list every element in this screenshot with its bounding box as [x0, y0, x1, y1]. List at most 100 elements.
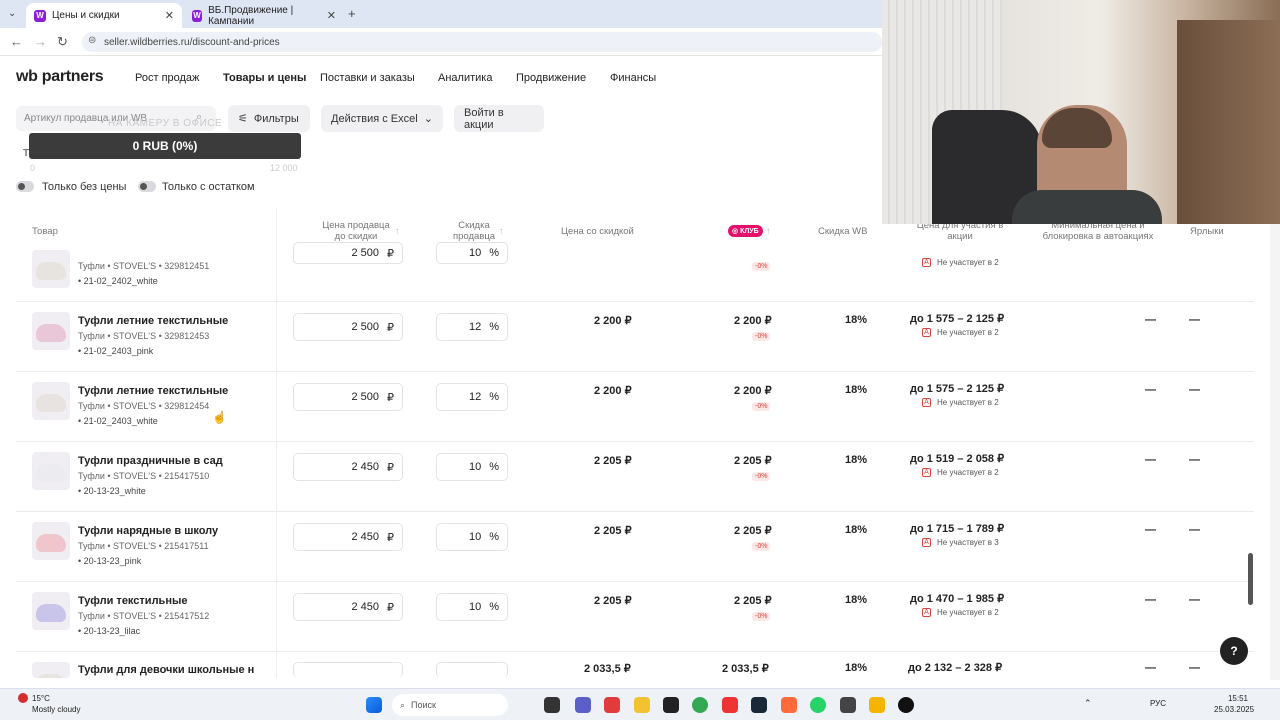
filters-button[interactable]: ⚟ Фильтры — [228, 105, 310, 132]
promo-status: A Не участвует в 2 — [922, 258, 999, 267]
header-labels[interactable]: Ярлыки — [1190, 226, 1224, 237]
toggle-in-stock[interactable] — [138, 181, 156, 192]
yandex-browser-icon[interactable] — [722, 697, 738, 713]
product-name[interactable]: Туфли летние текстильные — [78, 385, 228, 397]
seller-discount-input[interactable]: 10 % — [436, 523, 508, 551]
weather-alert-icon — [18, 693, 28, 703]
url-field[interactable]: ⊜ seller.wildberries.ru/discount-and-pri… — [82, 32, 882, 52]
chrome-icon[interactable] — [692, 697, 708, 713]
seller-price-input[interactable]: 2 500 ₽ — [293, 313, 403, 341]
product-name[interactable]: Туфли текстильные — [78, 595, 187, 607]
seller-price-input[interactable]: 2 450 ₽ — [293, 593, 403, 621]
trading-app-icon[interactable] — [663, 697, 679, 713]
club-discount-percent: -0% — [752, 542, 771, 551]
taskbar-search[interactable]: ⌕ Поиск — [392, 694, 508, 716]
seller-price-input[interactable]: 2 500 ₽ — [293, 242, 403, 264]
sort-arrow-icon[interactable]: ↑ — [395, 226, 400, 237]
reload-icon[interactable]: ↻ — [57, 34, 68, 50]
percent-sign: % — [489, 391, 499, 403]
tab-campaigns[interactable]: W ВБ.Продвижение | Кампании ✕ — [184, 3, 344, 28]
nav-growth[interactable]: Рост продаж — [135, 72, 199, 84]
tab-title: Цены и скидки — [52, 10, 120, 21]
seller-price-input[interactable] — [293, 662, 403, 678]
teams-icon[interactable] — [575, 697, 591, 713]
seller-discount-input[interactable] — [436, 662, 508, 678]
nav-products-prices[interactable]: Товары и цены — [223, 72, 306, 84]
product-thumbnail[interactable] — [32, 452, 70, 490]
help-button[interactable]: ? — [1220, 637, 1248, 665]
whatsapp-icon[interactable] — [810, 697, 826, 713]
seller-discount-input[interactable]: 10% — [436, 242, 508, 264]
steam-icon[interactable] — [751, 697, 767, 713]
seller-price-input[interactable]: 2 450 ₽ — [293, 453, 403, 481]
seller-discount-input[interactable]: 10 % — [436, 593, 508, 621]
excel-actions-button[interactable]: Действия с Excel ⌄ — [321, 105, 443, 132]
sort-arrow-icon[interactable]: ↑ — [499, 226, 504, 237]
seller-price-input[interactable]: 2 450 ₽ — [293, 523, 403, 551]
new-tab-icon[interactable]: + — [348, 6, 356, 21]
product-thumbnail[interactable] — [32, 522, 70, 560]
promo-price-range: до 1 519 – 2 058 ₽ — [910, 453, 1005, 465]
labels-value: — — [1189, 384, 1200, 396]
header-seller-price[interactable]: Цена продавца до скидки — [318, 220, 394, 242]
club-discount-percent: -0% — [752, 332, 771, 341]
page-scrollbar[interactable] — [1270, 224, 1280, 680]
tab-list-chevron-icon[interactable]: ⌄ — [8, 8, 16, 19]
nav-analytics[interactable]: Аналитика — [438, 72, 492, 84]
header-discounted-price[interactable]: Цена со скидкой — [561, 226, 634, 237]
header-product[interactable]: Товар — [32, 226, 58, 237]
nav-supplies-orders[interactable]: Поставки и заказы — [320, 72, 415, 84]
yandex-icon[interactable] — [604, 697, 620, 713]
app-icon[interactable] — [840, 697, 856, 713]
close-tab-icon[interactable]: ✕ — [165, 9, 174, 22]
currency-sign: ₽ — [387, 321, 394, 334]
product-thumbnail[interactable] — [32, 662, 70, 678]
seller-price-input[interactable]: 2 500 ₽ — [293, 383, 403, 411]
file-explorer-icon[interactable] — [634, 697, 650, 713]
tab-prices[interactable]: W Цены и скидки ✕ — [26, 3, 182, 28]
nav-promotion[interactable]: Продвижение — [516, 72, 586, 84]
product-name[interactable]: Туфли для девочки школьные н — [78, 664, 254, 676]
seller-discount-input[interactable]: 10 % — [436, 453, 508, 481]
discounted-price: 2 033,5 ₽ — [584, 663, 631, 675]
discounted-price: 2 200 ₽ — [594, 315, 632, 327]
enter-promotions-button[interactable]: Войти в акции — [454, 105, 544, 132]
weather-widget[interactable]: 15°C Mostly cloudy — [32, 693, 80, 715]
task-view-icon[interactable] — [544, 697, 560, 713]
seller-discount-input[interactable]: 12 % — [436, 383, 508, 411]
promo-status: A Не участвует в 2 — [922, 398, 999, 407]
vendor-code: • 21-02_2403_white — [78, 416, 158, 426]
min-price-value: — — [1145, 524, 1156, 536]
product-thumbnail[interactable] — [32, 250, 70, 288]
toggle-without-price[interactable] — [16, 181, 34, 192]
product-name[interactable]: Туфли летние текстильные — [78, 315, 228, 327]
close-tab-icon[interactable]: ✕ — [327, 9, 336, 22]
taskbar-search-label: Поиск — [411, 700, 436, 710]
table-scrollbar-thumb[interactable] — [1248, 553, 1253, 605]
windows-start-icon[interactable] — [366, 697, 382, 713]
screen-recorder-icon[interactable] — [781, 697, 797, 713]
stream-overlay-caption: НА КАМЕРУ В ОФИСЕ — [108, 118, 223, 129]
product-name[interactable]: Туфли нарядные в школу — [78, 525, 218, 537]
wb-partners-logo[interactable]: wb partners — [16, 68, 104, 86]
language-indicator[interactable]: РУС — [1150, 699, 1166, 708]
nav-finance[interactable]: Финансы — [610, 72, 656, 84]
product-name[interactable]: Туфли праздничные в сад — [78, 455, 223, 467]
site-info-icon[interactable]: ⊜ — [88, 35, 96, 46]
seller-discount-input[interactable]: 12 % — [436, 313, 508, 341]
vendor-code: • 21-02_2402_white — [78, 276, 158, 286]
back-icon[interactable]: ← — [10, 34, 23, 49]
tray-chevron-icon[interactable]: ⌃ — [1084, 698, 1092, 709]
wb-discount: 18% — [845, 454, 868, 466]
app-icon[interactable] — [898, 697, 914, 713]
product-thumbnail[interactable] — [32, 312, 70, 350]
header-wb-discount[interactable]: Скидка WB — [818, 226, 867, 237]
product-thumbnail[interactable] — [32, 592, 70, 630]
discounted-price: 2 205 ₽ — [594, 525, 632, 537]
sort-arrow-icon[interactable]: ↑ — [766, 226, 771, 237]
forward-icon[interactable]: → — [34, 34, 47, 49]
clock[interactable]: 15:51 25.03.2025 — [1214, 693, 1254, 715]
header-seller-discount[interactable]: Скидка продавца — [450, 220, 498, 242]
app-icon[interactable] — [869, 697, 885, 713]
product-thumbnail[interactable] — [32, 382, 70, 420]
